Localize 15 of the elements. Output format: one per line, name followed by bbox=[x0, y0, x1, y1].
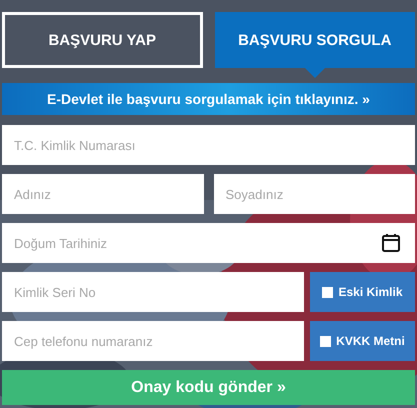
checkbox-toggle[interactable]: Eski Kimlik bbox=[310, 272, 415, 312]
calendar-icon[interactable] bbox=[382, 233, 400, 252]
checkbox-toggle[interactable]: KVKK Metni bbox=[310, 321, 415, 361]
tab[interactable]: BAŞVURU YAP bbox=[2, 12, 202, 68]
text-field[interactable]: Kimlik Seri No bbox=[2, 272, 304, 312]
text-field[interactable]: Cep telefonu numaranız bbox=[2, 321, 304, 361]
text-field[interactable]: T.C. Kimlik Numarası bbox=[2, 125, 415, 165]
edevlet-link[interactable]: E-Devlet ile başvuru sorgulamak için tıklayınız. » bbox=[2, 83, 415, 115]
checkbox[interactable] bbox=[320, 336, 332, 346]
text-field[interactable]: Adınız bbox=[2, 174, 204, 214]
date-field[interactable]: Doğum Tarihiniz bbox=[2, 223, 415, 263]
tab[interactable]: BAŞVURU SORGULA bbox=[214, 12, 415, 68]
text-field[interactable]: Soyadınız bbox=[214, 174, 415, 214]
checkbox[interactable] bbox=[322, 286, 334, 298]
submit-button[interactable]: Onay kodu gönder » bbox=[2, 370, 415, 405]
